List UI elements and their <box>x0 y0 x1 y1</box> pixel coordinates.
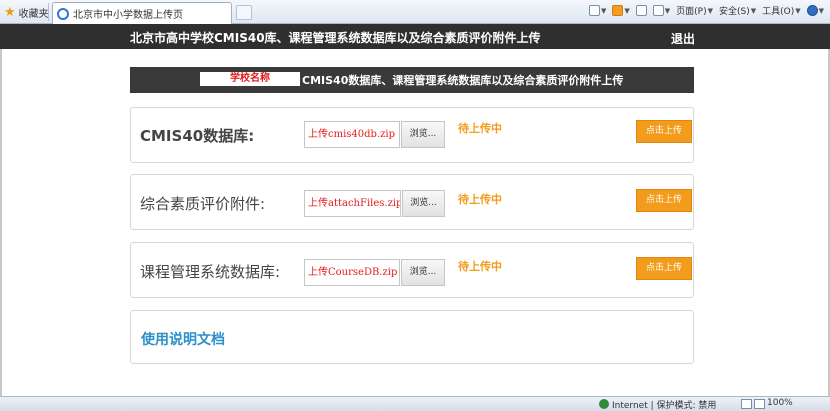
printer-icon <box>652 5 664 16</box>
globe-icon <box>599 399 609 409</box>
page-menu-label: 页面(P) <box>676 7 707 17</box>
help-menu[interactable]: ▼ <box>806 5 824 16</box>
help-document-link[interactable]: 使用说明文档 <box>141 329 225 349</box>
safety-menu[interactable]: 安全(S) ▼ <box>718 4 757 18</box>
feeds-button[interactable]: ▼ <box>612 5 630 16</box>
page-menu[interactable]: 页面(P) ▼ <box>676 4 713 18</box>
zoom-level[interactable]: 100% <box>767 398 793 408</box>
upload-status-attachments: 待上传中 <box>458 193 502 206</box>
upload-panel-coursedb: 课程管理系统数据库: 上传CourseDB.zip 浏览... 待上传中 点击上… <box>130 242 694 298</box>
upload-button-cmis40[interactable]: 点击上传 <box>636 120 692 143</box>
security-zone-text: Internet | 保护模式: 禁用 <box>612 401 717 411</box>
file-input-cmis40[interactable]: 上传cmis40db.zip <box>304 121 400 148</box>
browse-button-cmis40[interactable]: 浏览... <box>401 121 445 148</box>
mail-icon <box>635 5 647 16</box>
page-title: 北京市高中学校CMIS40库、课程管理系统数据库以及综合素质评价附件上传 <box>130 31 541 45</box>
chevron-down-icon: ▼ <box>707 6 713 15</box>
help-panel: 使用说明文档 <box>130 310 694 364</box>
home-icon <box>588 5 600 16</box>
chevron-down-icon: ▼ <box>818 6 824 15</box>
upload-button-attachments[interactable]: 点击上传 <box>636 189 692 212</box>
privacy-icon[interactable] <box>741 399 752 409</box>
favorites-button[interactable]: ★ 收藏夹 <box>4 4 49 20</box>
upload-label-attachments: 综合素质评价附件: <box>140 195 266 213</box>
file-input-coursedb[interactable]: 上传CourseDB.zip <box>304 259 400 286</box>
toolbar-divider <box>48 3 49 21</box>
browser-statusbar: Internet | 保护模式: 禁用 100% <box>0 396 830 411</box>
chevron-down-icon: ▼ <box>624 6 630 15</box>
tools-menu-label: 工具(O) <box>762 7 795 17</box>
new-tab-button[interactable] <box>236 5 252 20</box>
browser-tab[interactable]: 北京市中小学数据上传页 <box>52 2 232 24</box>
upload-button-coursedb[interactable]: 点击上传 <box>636 257 692 280</box>
upload-label-cmis40: CMIS40数据库: <box>140 127 255 145</box>
mail-button[interactable] <box>635 5 647 16</box>
chevron-down-icon: ▼ <box>600 6 607 15</box>
browser-toolbar: ★ 收藏夹 北京市中小学数据上传页 ▼ ▼ ▼ 页面(P) ▼ 安全(S) ▼ 工具… <box>0 0 830 24</box>
viewport-left-border <box>0 49 2 396</box>
favorites-label: 收藏夹 <box>18 8 49 20</box>
chevron-down-icon: ▼ <box>795 6 801 15</box>
upload-status-coursedb: 待上传中 <box>458 260 502 273</box>
zoom-icon[interactable] <box>754 399 765 409</box>
home-button[interactable]: ▼ <box>588 5 607 16</box>
section-banner: 学校名称 CMIS40数据库、课程管理系统数据库以及综合素质评价附件上传 <box>130 67 694 93</box>
page-header: 北京市高中学校CMIS40库、课程管理系统数据库以及综合素质评价附件上传 退出 <box>0 24 830 49</box>
print-button[interactable]: ▼ <box>652 5 671 16</box>
help-icon <box>806 5 818 16</box>
chevron-down-icon: ▼ <box>750 6 757 15</box>
star-icon: ★ <box>4 4 16 20</box>
chevron-down-icon: ▼ <box>664 6 671 15</box>
banner-title: CMIS40数据库、课程管理系统数据库以及综合素质评价附件上传 <box>302 74 624 87</box>
browse-button-attachments[interactable]: 浏览... <box>402 190 445 217</box>
tab-title: 北京市中小学数据上传页 <box>73 10 183 21</box>
command-bar: ▼ ▼ ▼ 页面(P) ▼ 安全(S) ▼ 工具(O) ▼ ▼ <box>588 4 824 18</box>
upload-status-cmis40: 待上传中 <box>458 122 502 135</box>
upload-panel-attachments: 综合素质评价附件: 上传attachFiles.zip 浏览... 待上传中 点… <box>130 174 694 230</box>
upload-panel-cmis40: CMIS40数据库: 上传cmis40db.zip 浏览... 待上传中 点击上… <box>130 107 694 163</box>
tools-menu[interactable]: 工具(O) ▼ <box>762 4 801 18</box>
logout-link[interactable]: 退出 <box>671 30 695 47</box>
upload-label-coursedb: 课程管理系统数据库: <box>140 263 281 281</box>
browse-button-coursedb[interactable]: 浏览... <box>401 259 445 286</box>
school-name-label: 学校名称 <box>200 72 300 86</box>
rss-icon <box>612 5 624 16</box>
ie-page-icon <box>57 7 69 20</box>
safety-menu-label: 安全(S) <box>718 7 750 17</box>
file-input-attachments[interactable]: 上传attachFiles.zip <box>304 190 401 217</box>
